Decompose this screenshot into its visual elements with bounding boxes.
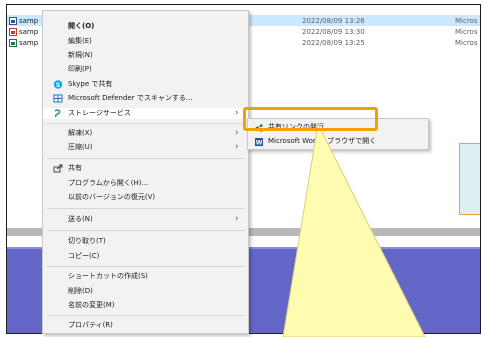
context-menu: 開く(O) 編集(E) 新規(N) 印刷(P) S Skype で共有 Micr…: [42, 10, 249, 334]
file-date: 2022/08/09 13:30: [302, 27, 365, 36]
menu-item-label: 開く(O): [68, 22, 95, 30]
file-name: samp: [19, 16, 39, 25]
menu-item-create-shortcut[interactable]: ショートカットの作成(S): [43, 271, 248, 282]
word-file-icon: [9, 16, 17, 25]
menu-item-label: 印刷(P): [68, 65, 92, 73]
svg-text:S: S: [56, 82, 60, 89]
file-name: samp: [19, 27, 39, 36]
word-icon: W: [255, 138, 263, 147]
menu-item-label: 送る(N): [68, 215, 93, 223]
chevron-right-icon: ›: [235, 142, 239, 152]
powerpoint-file-icon: [9, 27, 17, 36]
menu-item-label: ストレージサービス: [68, 109, 131, 117]
menu-item-label: 解凍(X): [68, 129, 93, 137]
menu-item-edit[interactable]: 編集(E): [43, 36, 248, 47]
menu-separator: [47, 208, 245, 209]
menu-item-label: コピー(C): [68, 252, 100, 260]
menu-item-label: プログラムから開く(H)...: [68, 179, 149, 187]
menu-item-open-with[interactable]: プログラムから開く(H)...: [43, 178, 248, 189]
menu-item-cut[interactable]: 切り取り(T): [43, 236, 248, 247]
menu-separator: [47, 230, 245, 231]
file-date: 2022/08/09 13:25: [302, 38, 365, 47]
chevron-right-icon: ›: [235, 128, 239, 138]
file-type: Micros: [455, 16, 478, 25]
skype-icon: S: [53, 80, 63, 89]
menu-item-defender-scan[interactable]: Microsoft Defender でスキャンする...: [43, 93, 248, 104]
menu-item-label: ショートカットの作成(S): [68, 272, 148, 280]
share-icon: [53, 164, 63, 173]
menu-item-share[interactable]: 共有: [43, 163, 248, 174]
menu-item-label: プロパティ(R): [68, 321, 113, 329]
menu-item-skype-share[interactable]: S Skype で共有: [43, 79, 248, 90]
defender-shield-icon: [53, 94, 63, 103]
menu-item-copy[interactable]: コピー(C): [43, 251, 248, 262]
menu-item-label: 削除(D): [68, 287, 93, 295]
menu-item-new[interactable]: 新規(N): [43, 50, 248, 61]
file-date: 2022/08/09 13:26: [302, 16, 365, 25]
file-name: samp: [19, 38, 39, 47]
chevron-right-icon: ›: [235, 108, 239, 118]
storage-service-icon: [53, 109, 63, 118]
menu-separator: [47, 123, 245, 124]
menu-item-label: 名前の変更(M): [68, 301, 115, 309]
menu-item-label: 編集(E): [68, 37, 92, 45]
menu-item-label: Skype で共有: [68, 80, 113, 88]
menu-item-properties[interactable]: プロパティ(R): [43, 320, 248, 331]
chevron-right-icon: ›: [235, 214, 239, 224]
menu-item-delete[interactable]: 削除(D): [43, 286, 248, 297]
menu-separator: [47, 315, 245, 316]
highlight-box: [243, 107, 378, 131]
menu-item-extract[interactable]: 解凍(X) ›: [43, 128, 248, 139]
submenu-item-open-in-word[interactable]: W Microsoft Wordをブラウザで開く: [248, 136, 428, 147]
menu-item-label: 切り取り(T): [68, 237, 106, 245]
menu-item-label: 新規(N): [68, 51, 93, 59]
menu-item-open[interactable]: 開く(O): [43, 21, 248, 32]
menu-item-storage-service[interactable]: ストレージサービス ›: [43, 108, 248, 119]
menu-item-print[interactable]: 印刷(P): [43, 64, 248, 75]
menu-item-restore-previous[interactable]: 以前のバージョンの復元(V): [43, 192, 248, 203]
file-type: Micros: [455, 38, 478, 47]
menu-item-compress[interactable]: 圧縮(U) ›: [43, 142, 248, 153]
menu-item-label: 共有: [68, 164, 82, 172]
menu-item-rename[interactable]: 名前の変更(M): [43, 300, 248, 311]
preview-pane: [459, 143, 480, 215]
excel-file-icon: [9, 38, 17, 47]
svg-text:W: W: [256, 140, 263, 147]
menu-item-label: 圧縮(U): [68, 143, 93, 151]
file-type: Micros: [455, 27, 478, 36]
menu-separator: [47, 266, 245, 267]
menu-item-label: 以前のバージョンの復元(V): [68, 193, 156, 201]
menu-item-label: Microsoft Defender でスキャンする...: [68, 94, 193, 102]
menu-separator: [47, 158, 245, 159]
submenu-item-label: Microsoft Wordをブラウザで開く: [268, 137, 377, 145]
menu-item-send-to[interactable]: 送る(N) ›: [43, 214, 248, 225]
